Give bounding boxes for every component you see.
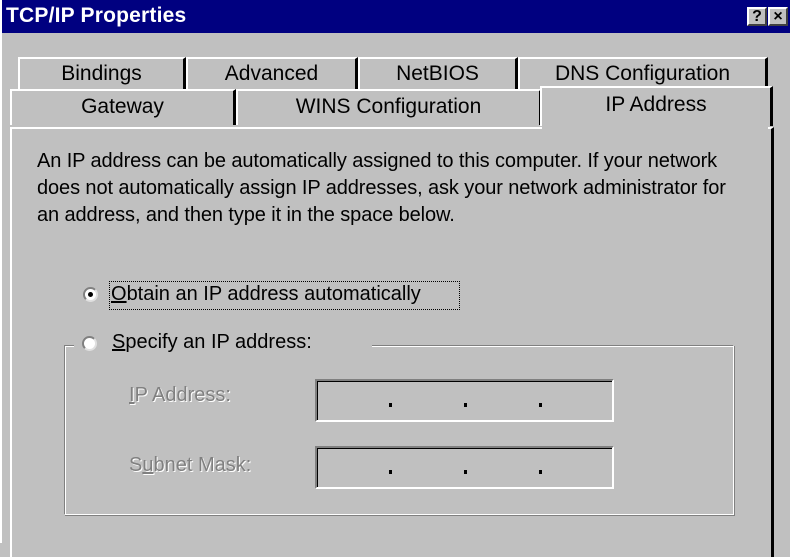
mnemonic-u: u xyxy=(142,454,154,476)
subnet-mask-label: Subnet Mask: xyxy=(129,454,252,476)
tcpip-properties-dialog: TCP/IP Properties ? × Bindings Advanced … xyxy=(0,0,790,557)
title-bar[interactable]: TCP/IP Properties ? × xyxy=(2,0,790,33)
subnet-mask-input[interactable] xyxy=(315,446,614,489)
tab-ip-address[interactable]: IP Address xyxy=(540,86,773,126)
close-button[interactable]: × xyxy=(768,7,788,26)
tab-label: Advanced xyxy=(224,62,319,85)
obtain-ip-label[interactable]: Obtain an IP address automatically xyxy=(111,283,421,306)
tab-netbios[interactable]: NetBIOS xyxy=(358,57,518,89)
close-icon: × xyxy=(773,8,783,25)
ip-address-label: IP Address: xyxy=(129,384,231,407)
tab-label: Gateway xyxy=(81,95,164,118)
specify-ip-label[interactable]: Specify an IP address: xyxy=(112,331,312,354)
specify-ip-radio[interactable] xyxy=(82,336,97,351)
window-title: TCP/IP Properties xyxy=(6,4,187,27)
subnet-mask-label-text: bnet Mask: xyxy=(153,454,252,476)
tab-bindings[interactable]: Bindings xyxy=(18,57,186,89)
octet-separator xyxy=(539,403,542,407)
tab-label: IP Address xyxy=(605,93,707,116)
octet-separator xyxy=(389,403,392,407)
obtain-ip-radio[interactable] xyxy=(83,287,98,302)
tab-label: DNS Configuration xyxy=(554,62,731,85)
tab-label: WINS Configuration xyxy=(295,95,482,118)
octet-separator xyxy=(539,470,542,474)
tab-wins-configuration[interactable]: WINS Configuration xyxy=(236,89,542,125)
octet-separator xyxy=(389,470,392,474)
tab-dns-configuration[interactable]: DNS Configuration xyxy=(518,57,768,89)
mnemonic-s: S xyxy=(112,331,126,353)
specify-ip-text: pecify an IP address: xyxy=(125,331,312,353)
description-text: An IP address can be automatically assig… xyxy=(37,150,726,226)
octet-separator xyxy=(464,403,467,407)
ip-address-label-text: P Address: xyxy=(134,384,231,406)
octet-separator xyxy=(464,470,467,474)
help-button[interactable]: ? xyxy=(747,7,767,26)
specify-ip-groupbox xyxy=(64,345,734,515)
help-icon: ? xyxy=(752,8,762,25)
tab-label: Bindings xyxy=(61,62,142,85)
ip-address-input[interactable] xyxy=(315,379,614,422)
mnemonic-o: O xyxy=(111,283,127,305)
obtain-ip-text: btain an IP address automatically xyxy=(126,283,421,305)
tab-gateway[interactable]: Gateway xyxy=(10,89,236,125)
radio-selected-dot xyxy=(88,292,93,297)
tab-advanced[interactable]: Advanced xyxy=(186,57,358,89)
tab-label: NetBIOS xyxy=(396,62,479,85)
